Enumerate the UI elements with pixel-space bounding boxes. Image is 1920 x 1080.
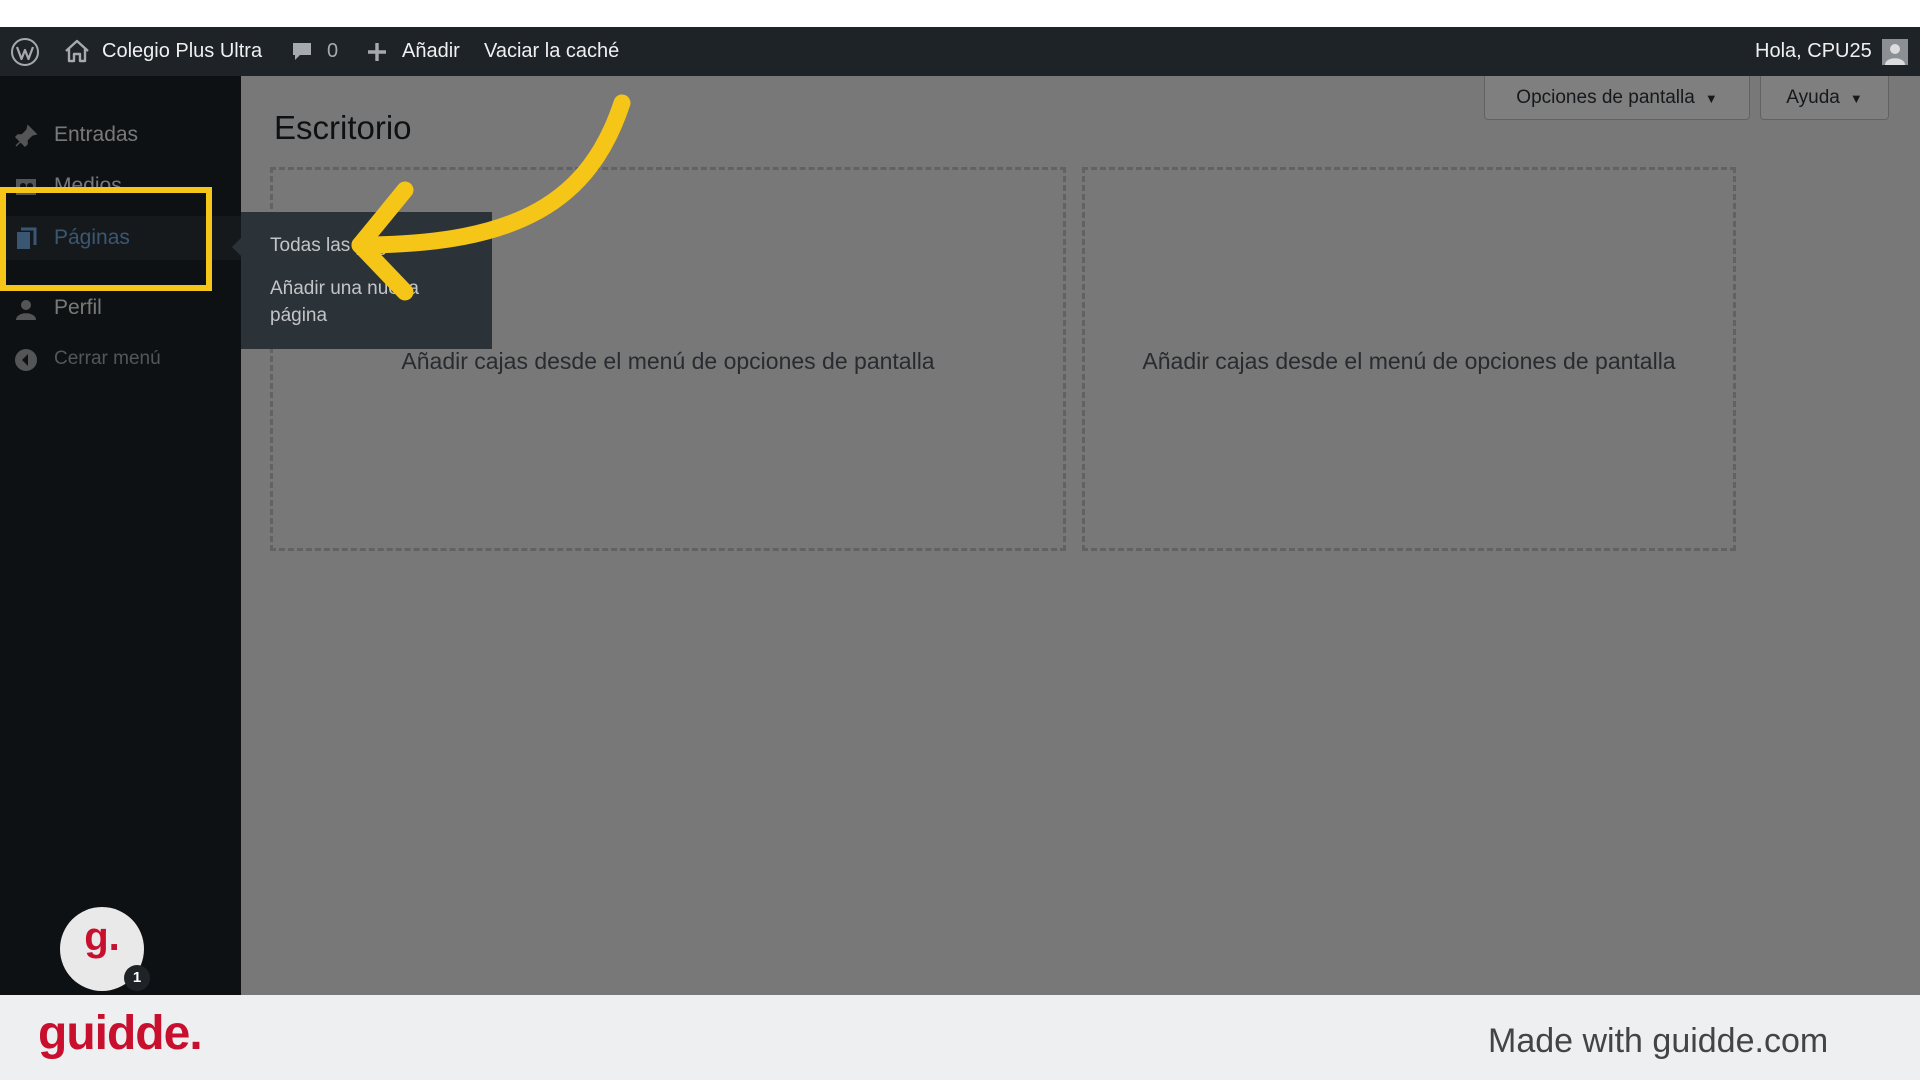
- comment-icon: [293, 43, 311, 60]
- site-name-link[interactable]: Colegio Plus Ultra: [102, 27, 262, 76]
- admin-bar: Colegio Plus Ultra 0 Añadir Vaciar la ca…: [0, 27, 1920, 76]
- tutorial-highlight-box: [0, 187, 212, 291]
- sidebar-item-collapse[interactable]: Cerrar menú: [0, 337, 241, 381]
- dropzone-hint: Añadir cajas desde el menú de opciones d…: [401, 348, 935, 374]
- sidebar-item-entradas[interactable]: Entradas: [0, 113, 241, 157]
- sidebar-item-label: Cerrar menú: [54, 348, 161, 369]
- sidebar-item-label: Entradas: [54, 123, 139, 146]
- page-title: Escritorio: [274, 109, 412, 146]
- plus-icon: [368, 43, 386, 61]
- dashboard-dropzone-right[interactable]: Añadir cajas desde el menú de opciones d…: [1082, 167, 1736, 551]
- wordpress-logo-icon[interactable]: [10, 37, 40, 67]
- guidde-widget-badge[interactable]: g. 1: [60, 907, 150, 991]
- guidde-logo: guidde.: [38, 1007, 203, 1060]
- clear-cache-link[interactable]: Vaciar la caché: [484, 27, 619, 76]
- help-label: Ayuda: [1786, 87, 1840, 108]
- user-greeting[interactable]: Hola, CPU25: [1755, 27, 1872, 76]
- avatar-silhouette-icon: [1885, 44, 1905, 65]
- guidde-badge-count: 1: [124, 965, 150, 991]
- made-with-text: Made with guidde.com: [1488, 1022, 1829, 1060]
- add-new-link[interactable]: Añadir: [402, 27, 460, 76]
- caret-down-icon: ▼: [1849, 91, 1863, 106]
- flyout-caret: [232, 238, 241, 256]
- screen-options-label: Opciones de pantalla: [1516, 87, 1695, 108]
- home-icon: [65, 39, 89, 63]
- top-white-strip: [0, 0, 1920, 27]
- pin-icon: [14, 124, 38, 148]
- main-content: Opciones de pantalla ▼ Ayuda ▼ Añadir caja…: [241, 76, 1920, 995]
- guidde-badge-letter: g.: [84, 915, 120, 959]
- help-button[interactable]: Ayuda ▼: [1760, 76, 1889, 120]
- sidebar-item-perfil[interactable]: Perfil: [0, 286, 241, 330]
- comments-count[interactable]: 0: [327, 27, 338, 76]
- submenu-all-pages[interactable]: Todas las páginas: [270, 232, 470, 259]
- submenu-add-new-page[interactable]: Añadir una nueva página: [270, 275, 440, 329]
- user-icon: [16, 300, 36, 320]
- caret-down-icon: ▼: [1704, 91, 1718, 106]
- user-avatar[interactable]: [1882, 39, 1908, 65]
- screen-options-button[interactable]: Opciones de pantalla ▼: [1484, 76, 1750, 120]
- sidebar-item-label: Perfil: [54, 296, 102, 319]
- collapse-icon: [15, 349, 37, 371]
- dropzone-hint: Añadir cajas desde el menú de opciones d…: [1142, 348, 1676, 374]
- pages-flyout-menu: Todas las páginas Añadir una nueva págin…: [232, 212, 492, 349]
